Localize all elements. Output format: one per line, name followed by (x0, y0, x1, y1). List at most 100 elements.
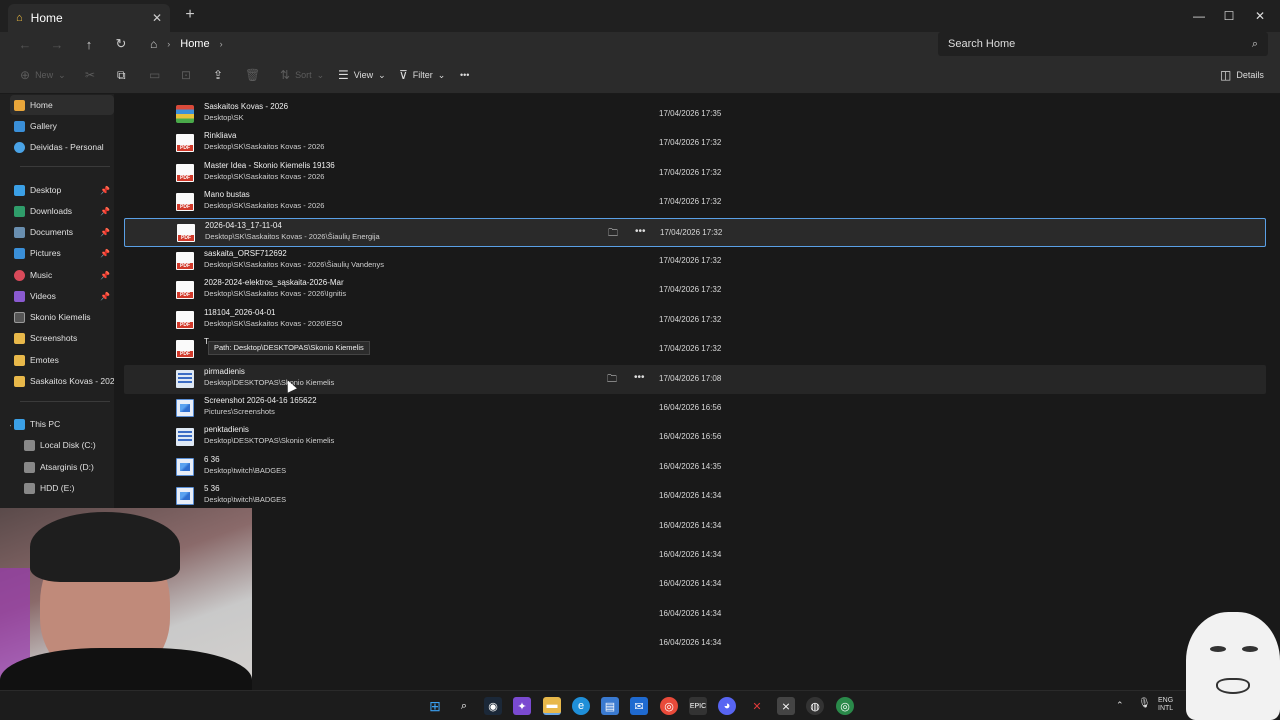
capcut-icon[interactable]: ⨯ (777, 697, 795, 715)
sidebar-item-skonio-kiemelis[interactable]: Skonio Kiemelis (10, 307, 114, 327)
sidebar-item-documents[interactable]: Documents 📌 (10, 222, 114, 242)
pin-icon[interactable]: 📌 (100, 292, 110, 301)
file-row[interactable]: 2028-2024-elektros_sąskaita-2026-MarDesk… (124, 276, 1266, 305)
sidebar-item-local-disk[interactable]: ›Local Disk (C:) (20, 435, 114, 455)
sidebar-item-hdd[interactable]: ›HDD (E:) (20, 478, 114, 498)
sidebar-item-gallery[interactable]: Gallery (10, 116, 114, 136)
open-file-location-icon[interactable]: 🗀 (608, 226, 618, 243)
refresh-icon[interactable]: ↻ (110, 34, 132, 54)
sort-button[interactable]: ⇅ Sort ⌄ (280, 67, 324, 83)
file-row[interactable]: ch\BADGES16/04/2026 14:34 (124, 629, 1266, 658)
file-row[interactable]: 118104_2026-04-01Desktop\SK\Saskaitos Ko… (124, 306, 1266, 335)
pdf-file-icon (176, 134, 194, 153)
file-row[interactable]: ch\BADGES16/04/2026 14:34 (124, 512, 1266, 541)
chrome-icon[interactable]: ◎ (660, 697, 678, 715)
close-window-button[interactable]: ✕ (1237, 0, 1280, 32)
pin-icon[interactable]: 📌 (100, 228, 110, 237)
copilot-icon[interactable]: ✦ (513, 697, 531, 715)
file-explorer-icon[interactable]: ▬ (543, 697, 561, 715)
epic-games-icon[interactable]: EPIC (689, 697, 707, 715)
file-row[interactable]: RinkliavaDesktop\SK\Saskaitos Kovas - 20… (124, 129, 1266, 158)
sidebar-item-home[interactable]: Home (10, 95, 114, 115)
sidebar-item-emotes[interactable]: Emotes (10, 350, 114, 370)
more-actions-icon[interactable]: ••• (634, 372, 645, 383)
chevron-down-icon[interactable]: ⌄ (10, 420, 13, 429)
file-row[interactable]: 2026-04-13_17-11-04Desktop\SK\Saskaitos … (124, 217, 1266, 247)
close-tab-icon[interactable]: ✕ (152, 11, 162, 25)
folder-icon (14, 354, 25, 366)
sidebar-item-downloads[interactable]: Downloads 📌 (10, 201, 114, 221)
pin-icon[interactable]: 📌 (100, 186, 110, 195)
file-row[interactable]: Master Idea - Skonio Kiemelis 19136Deskt… (124, 159, 1266, 188)
pin-icon[interactable]: 📌 (100, 271, 110, 280)
file-row[interactable]: ch\BADGES16/04/2026 14:34 (124, 570, 1266, 599)
file-row[interactable]: ch\BADGES16/04/2026 14:34 (124, 541, 1266, 570)
sidebar-item-label: Home (30, 100, 53, 110)
details-button[interactable]: ◫ Details (1220, 67, 1264, 83)
share-button[interactable]: ⇪ (213, 67, 223, 83)
sidebar-item-videos[interactable]: Videos 📌 (10, 286, 114, 306)
pdf-file-icon (176, 340, 194, 359)
more-options-button[interactable]: ••• (460, 67, 469, 83)
file-row[interactable]: Mano bustasDesktop\SK\Saskaitos Kovas - … (124, 188, 1266, 217)
file-row[interactable]: 6 36 Desktop\twitch\BADGES 16/04/2026 14:3… (124, 453, 1266, 482)
pin-icon[interactable]: 📌 (100, 249, 110, 258)
chrome-alt-icon[interactable]: ◎ (836, 697, 854, 715)
obs-icon[interactable]: ◍ (806, 697, 824, 715)
copy-button[interactable]: ⧉ (117, 67, 126, 83)
search-icon[interactable]: ⌕ (455, 697, 473, 715)
cut-button[interactable]: ✂ (85, 67, 95, 83)
sidebar-item-this-pc[interactable]: ⌄ This PC (10, 414, 114, 434)
chevron-up-icon[interactable]: ⌃ (1116, 701, 1124, 710)
sidebar-item-music[interactable]: Music 📌 (10, 265, 114, 285)
new-tab-button[interactable]: + (180, 6, 200, 26)
sidebar-item-onedrive[interactable]: ›Deividas - Personal (10, 137, 114, 157)
breadcrumb[interactable]: ⌂ › Home › (140, 32, 928, 56)
mail-icon[interactable]: ✉ (630, 697, 648, 715)
app-icon[interactable]: ✕ (748, 697, 766, 715)
sidebar-item-saskaitos[interactable]: Saskaitos Kovas - 2026 (10, 371, 114, 391)
sidebar-item-screenshots[interactable]: Screenshots (10, 328, 114, 348)
tab-home[interactable]: ⌂ Home ✕ (8, 4, 170, 32)
steam-icon[interactable]: ◉ (484, 697, 502, 715)
command-bar: ⊕ New ⌄ ✂ ⧉ ▭ ⊡ ⇪ 🗑 ⇅ Sort ⌄ ☰ View ⌄ ⊽ Filter ⌄… (0, 56, 1280, 94)
file-date: 16/04/2026 16:56 (659, 432, 722, 442)
delete-button[interactable]: 🗑 (245, 67, 260, 83)
forward-icon[interactable]: → (46, 34, 68, 54)
sidebar-item-desktop[interactable]: Desktop 📌 (10, 180, 114, 200)
drive-icon (24, 482, 35, 494)
file-name: 5 36 (204, 484, 220, 494)
microphone-icon[interactable]: 🎙 (1138, 699, 1151, 709)
file-row[interactable]: Saskaitos Kovas - 2026 Desktop\SK 17/04/20… (124, 100, 1266, 129)
more-actions-icon[interactable]: ••• (635, 226, 646, 237)
filter-button[interactable]: ⊽ Filter ⌄ (399, 67, 445, 83)
start-icon[interactable]: ⊞ (426, 697, 444, 715)
pin-icon[interactable]: 📌 (100, 207, 110, 216)
meme-face-overlay (1186, 612, 1280, 720)
store-icon[interactable]: ▤ (601, 697, 619, 715)
file-row[interactable]: saskaita_ORSF712692 Desktop\SK\Saskaitos … (124, 247, 1266, 276)
pdf-file-icon (176, 163, 194, 182)
file-row[interactable]: 5 36 Desktop\twitch\BADGES 16/04/2026 14:3… (124, 482, 1266, 511)
paste-button[interactable]: ▭ (149, 67, 160, 83)
language-indicator[interactable]: ENG INTL (1158, 697, 1173, 713)
sidebar-divider (20, 401, 110, 402)
discord-icon[interactable]: ◕ (718, 697, 736, 715)
file-row[interactable]: pirmadienis Desktop\DESKTOPAS\Skonio Kiem… (124, 364, 1266, 394)
file-date: 17/04/2026 17:32 (660, 227, 723, 237)
rename-button[interactable]: ⊡ (181, 67, 191, 83)
search-input[interactable]: Search Home ⌕ (938, 32, 1268, 56)
file-row[interactable]: penktadienis Desktop\DESKTOPAS\Skonio Kie… (124, 423, 1266, 452)
view-button[interactable]: ☰ View ⌄ (338, 67, 386, 83)
edge-icon[interactable]: e (572, 697, 590, 715)
sidebar-item-label: Emotes (30, 355, 59, 365)
new-button[interactable]: ⊕ New ⌄ (20, 67, 66, 83)
file-row[interactable]: Screenshot 2026-04-16 165622 Pictures\Scr… (124, 394, 1266, 423)
file-row[interactable]: ch\BADGES16/04/2026 14:34 (124, 600, 1266, 629)
sidebar-item-atsarginis[interactable]: ›Atsarginis (D:) (20, 457, 114, 477)
up-icon[interactable]: ↑ (78, 34, 100, 54)
open-file-location-icon[interactable]: 🗀 (607, 372, 617, 389)
back-icon[interactable]: ← (14, 34, 36, 54)
breadcrumb-home[interactable]: Home (180, 38, 209, 50)
sidebar-item-pictures[interactable]: Pictures 📌 (10, 243, 114, 263)
